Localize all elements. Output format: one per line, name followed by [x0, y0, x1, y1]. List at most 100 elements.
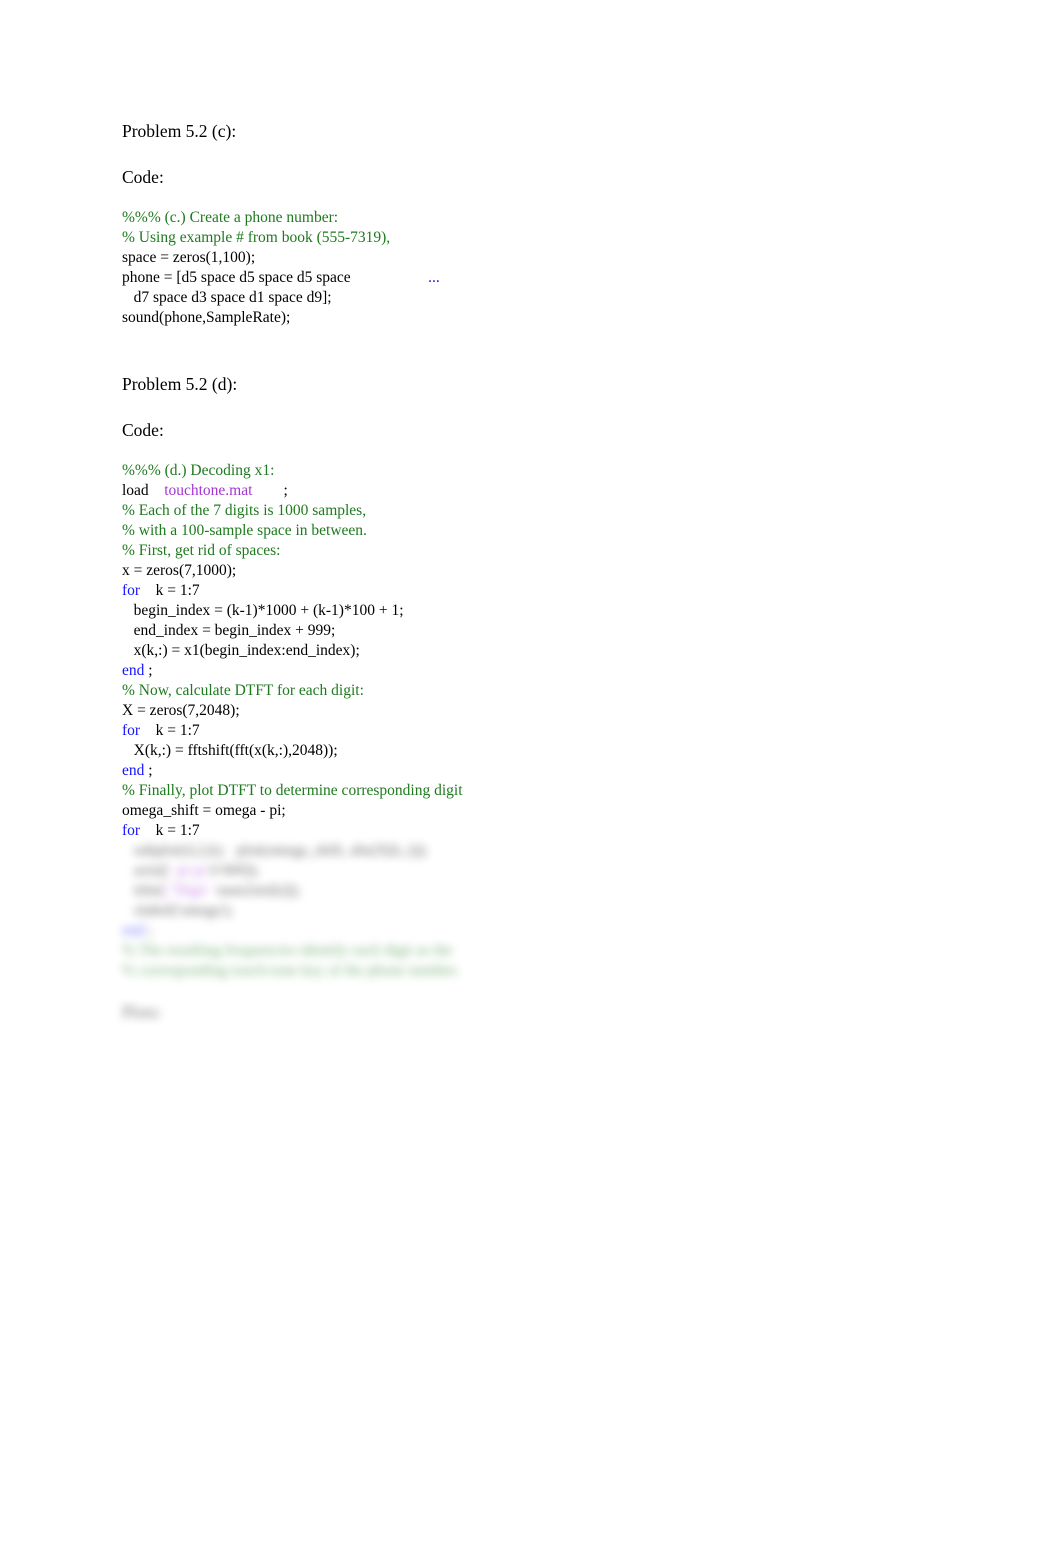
code-token-plain: X(k,:) = fftshift(fft(x(k,:),2048));: [122, 742, 338, 759]
code-token-string: touchtone.mat: [164, 482, 253, 499]
page-title-problem-c: Problem 5.2 (c):: [122, 121, 237, 141]
code-line: % First, get rid of spaces:: [122, 541, 962, 561]
code-token-comment: % Using example # from book (555-7319),: [122, 229, 391, 246]
code-line: %%% (d.) Decoding x1:: [122, 461, 962, 481]
code-token-plain: end_index = begin_index + 999;: [122, 622, 336, 639]
code-token-plain: ;: [144, 762, 153, 779]
code-token-plain: X = zeros(7,2048);: [122, 702, 240, 719]
code-line: space = zeros(1,100);: [122, 248, 962, 268]
code-token-plain: title: [122, 882, 158, 899]
code-line: X = zeros(7,2048);: [122, 701, 962, 721]
code-line: omega_shift = omega - pi;: [122, 801, 962, 821]
code-line: x = zeros(7,1000);: [122, 561, 962, 581]
code-line: % Each of the 7 digits is 1000 samples,: [122, 501, 962, 521]
code-token-comment: % Now, calculate DTFT for each digit:: [122, 682, 364, 699]
code-line: x(k,:) = x1(begin_index:end_index);: [122, 641, 962, 661]
code-token-plain: sound(phone,SampleRate);: [122, 309, 291, 326]
code-line: begin_index = (k-1)*1000 + (k-1)*100 + 1…: [122, 601, 962, 621]
code-line: title([ 'Digit ' num2str(k)]);: [122, 881, 962, 901]
code-token-plain: (X(k,:)));: [370, 842, 429, 859]
code-token-plain: k = 1:7: [140, 822, 200, 839]
code-line: % Using example # from book (555-7319),: [122, 228, 962, 248]
code-line: end_index = begin_index + 999;: [122, 621, 962, 641]
code-line: end ;: [122, 761, 962, 781]
subheading-code-c: Code:: [122, 167, 164, 187]
code-token-plain: axis: [122, 862, 159, 879]
code-line: end ;: [122, 661, 962, 681]
code-line: % The resulting frequencies identify eac…: [122, 941, 962, 961]
code-line: for k = 1:7: [122, 581, 962, 601]
code-token-comment: % First, get rid of spaces:: [122, 542, 281, 559]
code-line: % with a 100-sample space in between.: [122, 521, 962, 541]
redacted-region: subplot(4,2,k); plot(omega_shift, abs(X(…: [122, 841, 962, 1023]
subheading-code-d: Code:: [122, 420, 164, 440]
code-token-plain: d7 space d3 space d1 space d9];: [122, 289, 332, 306]
code-token-keyword: end: [122, 922, 145, 939]
code-line: % Now, calculate DTFT for each digit:: [122, 681, 962, 701]
code-line: % corresponding touch-tone key of the ph…: [122, 961, 962, 981]
code-token-keyword: for: [122, 582, 141, 599]
code-block-part-c: %%% (c.) Create a phone number: % Using e…: [122, 208, 962, 328]
code-token-plain: load: [122, 482, 149, 499]
spacer-blurred: [122, 981, 962, 1001]
code-line: phone = [d5 space d5 space d5 space ...: [122, 268, 962, 288]
code-block-part-d: %%% (d.) Decoding x1: load touchtone.mat …: [122, 461, 962, 841]
code-token-plain: x = zeros(7,1000);: [122, 562, 237, 579]
code-token-keyword: for: [122, 822, 141, 839]
spacer-between-sections: [122, 328, 962, 373]
code-token-comment: %%% (c.) Create a phone number:: [122, 209, 339, 226]
blurred-code-lines: subplot(4,2,k); plot(omega_shift, abs(X(…: [122, 841, 962, 981]
code-token-plain: );: [223, 902, 234, 919]
code-token-plain: space = zeros(1,100);: [122, 249, 256, 266]
code-token-keyword: end: [122, 662, 145, 679]
page-title-problem-d: Problem 5.2 (d):: [122, 374, 238, 394]
code-token-plain: omega_shift = omega - pi;: [122, 802, 286, 819]
code-line: axis([ -pi pi 0 600]);: [122, 861, 962, 881]
code-token-comment: % corresponding touch-tone key of the ph…: [122, 962, 460, 979]
code-token-plain: k = 1:7: [140, 582, 200, 599]
code-line: end ;: [122, 921, 962, 941]
spacer-head-code-c: [122, 188, 962, 208]
code-token-plain: abs: [346, 842, 371, 859]
code-token-plain: x(k,:) = x1(begin_index:end_index);: [122, 642, 360, 659]
code-token-comment: % Finally, plot DTFT to determine corres…: [122, 782, 463, 799]
code-token-plain: 'omega': [176, 902, 224, 919]
code-token-plain: k = 1:7: [140, 722, 200, 739]
document-content: Problem 5.2 (c): Code: %%% (c.) Create a…: [122, 120, 962, 1023]
code-line: %%% (c.) Create a phone number:: [122, 208, 962, 228]
code-line: for k = 1:7: [122, 821, 962, 841]
spacer-head-code-d: [122, 441, 962, 461]
code-token-string: -pi pi: [172, 862, 206, 879]
code-token-cont: ...: [428, 269, 440, 286]
code-token-plain: phone = [d5 space d5 space d5 space: [122, 269, 351, 286]
code-line: for k = 1:7: [122, 721, 962, 741]
section-part-d: Problem 5.2 (d): Code: %%% (d.) Decoding…: [122, 373, 962, 841]
code-token-plain: xlabel(: [122, 902, 177, 919]
code-token-plain: ;: [144, 662, 153, 679]
code-token-plain: num2str(k)]);: [217, 882, 301, 899]
blurred-trailing-heading: Plots:: [122, 1002, 162, 1022]
code-token-keyword: end: [122, 762, 145, 779]
code-token-plain: 0 600: [209, 862, 245, 879]
code-token-plain: begin_index = (k-1)*1000 + (k-1)*100 + 1…: [122, 602, 404, 619]
code-token-comment: % with a 100-sample space in between.: [122, 522, 367, 539]
code-line: load touchtone.mat ;: [122, 481, 962, 501]
document-page: Problem 5.2 (c): Code: %%% (c.) Create a…: [0, 0, 1062, 1561]
code-line: d7 space d3 space d1 space d9];: [122, 288, 962, 308]
code-line: xlabel('omega');: [122, 901, 962, 921]
code-token-comment: % Each of the 7 digits is 1000 samples,: [122, 502, 367, 519]
code-line: % Finally, plot DTFT to determine corres…: [122, 781, 962, 801]
code-line: sound(phone,SampleRate);: [122, 308, 962, 328]
code-token-plain: ([: [158, 862, 173, 879]
code-token-comment: % The resulting frequencies identify eac…: [122, 942, 453, 959]
code-token-string: [ 'Digit ': [162, 882, 218, 899]
code-token-plain: ;: [283, 482, 288, 499]
section-part-c: Problem 5.2 (c): Code: %%% (c.) Create a…: [122, 120, 962, 328]
code-token-plain: ;: [144, 922, 153, 939]
code-token-comment: %%% (d.) Decoding x1:: [122, 462, 275, 479]
code-token-keyword: for: [122, 722, 141, 739]
code-token-plain: subplot: [122, 842, 180, 859]
code-line: subplot(4,2,k); plot(omega_shift, abs(X(…: [122, 841, 962, 861]
